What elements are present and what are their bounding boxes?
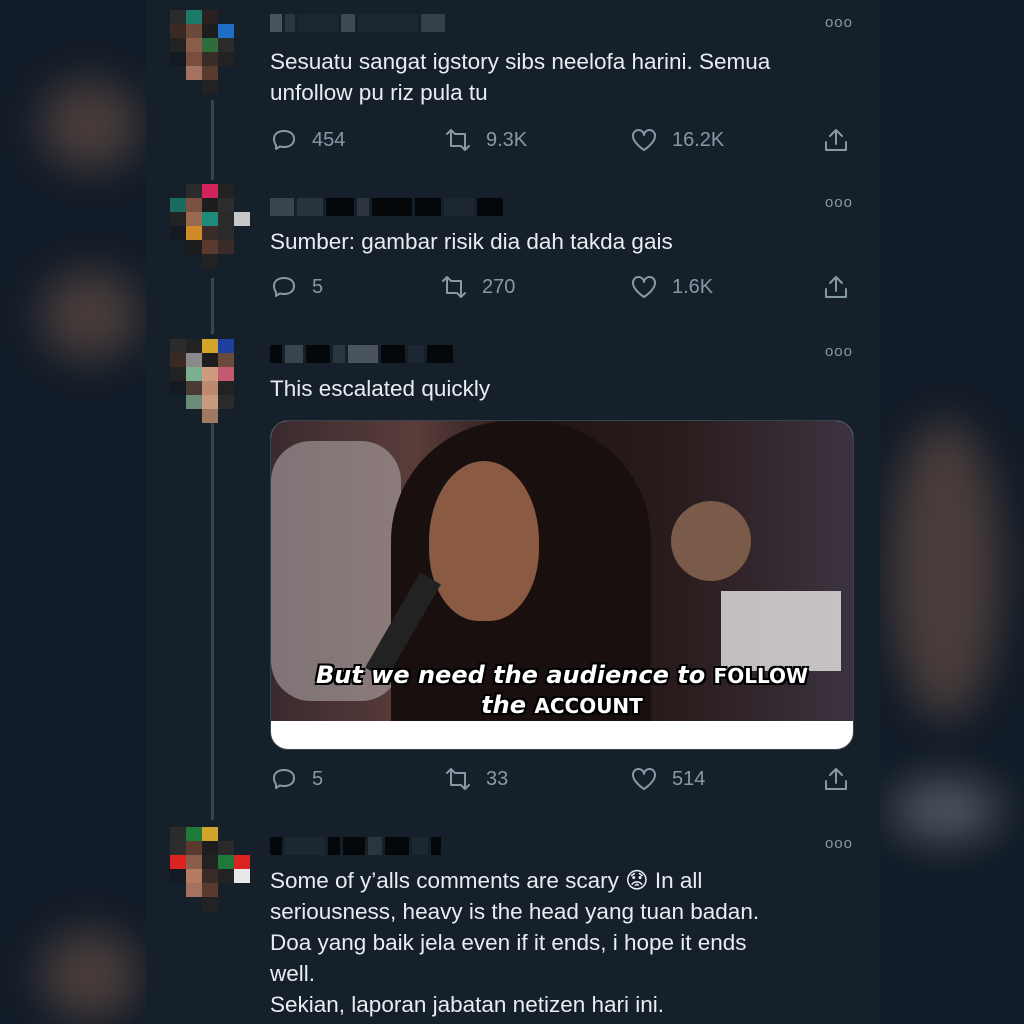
- gif-caption: the ACCOUNT: [271, 691, 853, 719]
- gif-caption-text: FOLLOW: [713, 664, 809, 688]
- username-redacted[interactable]: [270, 196, 503, 218]
- blurred-background-right: [880, 0, 1024, 1024]
- tweet-text: Sumber: gambar risik dia dah takda gais: [270, 229, 673, 254]
- tweet-thread: ooo Sesuatu sangat igstory sibs neelofa …: [146, 0, 880, 1024]
- tweet-text: Sesuatu sangat igstory sibs neelofa hari…: [270, 49, 771, 105]
- gif-caption-text: ACCOUNT: [534, 694, 643, 718]
- gif-caption-text: the: [481, 691, 535, 719]
- username-redacted[interactable]: [270, 835, 441, 857]
- share-button[interactable]: [822, 273, 850, 301]
- share-icon: [825, 276, 847, 298]
- tweet-actions: 5 270 1.6K: [270, 273, 854, 303]
- more-options-icon[interactable]: ooo: [825, 194, 853, 211]
- like-count: 16.2K: [672, 128, 725, 151]
- retweet-icon: [446, 768, 470, 790]
- username-redacted[interactable]: [270, 12, 445, 34]
- tweet-media-gif[interactable]: But we need the audience to FOLLOW the A…: [270, 420, 854, 750]
- more-options-icon[interactable]: ooo: [825, 343, 853, 360]
- retweet-count: 33: [486, 767, 509, 790]
- like-button[interactable]: 1.6K: [630, 273, 713, 301]
- more-options-icon[interactable]: ooo: [825, 835, 853, 852]
- reply-count: 5: [312, 275, 324, 298]
- tweet[interactable]: ooo Sesuatu sangat igstory sibs neelofa …: [146, 0, 880, 180]
- like-button[interactable]: 514: [630, 765, 705, 793]
- blurred-background-left: [0, 0, 146, 1024]
- retweet-button[interactable]: 33: [444, 765, 508, 793]
- reply-icon: [273, 277, 295, 297]
- more-options-icon[interactable]: ooo: [825, 14, 853, 31]
- reply-button[interactable]: 5: [270, 765, 323, 793]
- heart-icon: [632, 276, 656, 298]
- heart-icon: [632, 768, 656, 790]
- retweet-button[interactable]: 270: [440, 273, 515, 301]
- reply-button[interactable]: 454: [270, 126, 345, 154]
- like-count: 1.6K: [672, 275, 714, 298]
- share-icon: [825, 129, 847, 151]
- avatar-pixelated[interactable]: [170, 184, 250, 268]
- reply-count: 454: [312, 128, 346, 151]
- like-count: 514: [672, 767, 706, 790]
- avatar-pixelated[interactable]: [170, 339, 250, 423]
- retweet-icon: [442, 276, 466, 298]
- tweet-text: This escalated quickly: [270, 376, 491, 401]
- reply-icon: [273, 769, 295, 789]
- share-button[interactable]: [822, 126, 850, 154]
- avatar-pixelated[interactable]: [170, 827, 250, 911]
- retweet-count: 270: [482, 275, 516, 298]
- reply-button[interactable]: 5: [270, 273, 323, 301]
- share-icon: [825, 768, 847, 790]
- tweet-actions: 5 33 514: [270, 765, 854, 795]
- gif-caption-text: But we need the audience to: [315, 661, 714, 689]
- like-button[interactable]: 16.2K: [630, 126, 724, 154]
- retweet-count: 9.3K: [486, 128, 528, 151]
- tweet[interactable]: ooo Some of y’alls comments are scary 😟 …: [146, 815, 880, 1024]
- reply-icon: [273, 130, 295, 150]
- retweet-button[interactable]: 9.3K: [444, 126, 527, 154]
- gif-caption: But we need the audience to FOLLOW: [271, 661, 853, 689]
- heart-icon: [632, 129, 656, 151]
- avatar-pixelated[interactable]: [170, 10, 250, 94]
- tweet-text: Some of y’alls comments are scary 😟 In a…: [270, 868, 760, 1017]
- tweet[interactable]: ooo Sumber: gambar risik dia dah takda g…: [146, 180, 880, 335]
- reply-count: 5: [312, 767, 324, 790]
- tweet-actions: 454 9.3K 16.2K: [270, 126, 854, 156]
- retweet-icon: [446, 129, 470, 151]
- username-redacted[interactable]: [270, 343, 453, 365]
- tweet[interactable]: ooo This escalated quickly But we need t…: [146, 335, 880, 815]
- share-button[interactable]: [822, 765, 850, 793]
